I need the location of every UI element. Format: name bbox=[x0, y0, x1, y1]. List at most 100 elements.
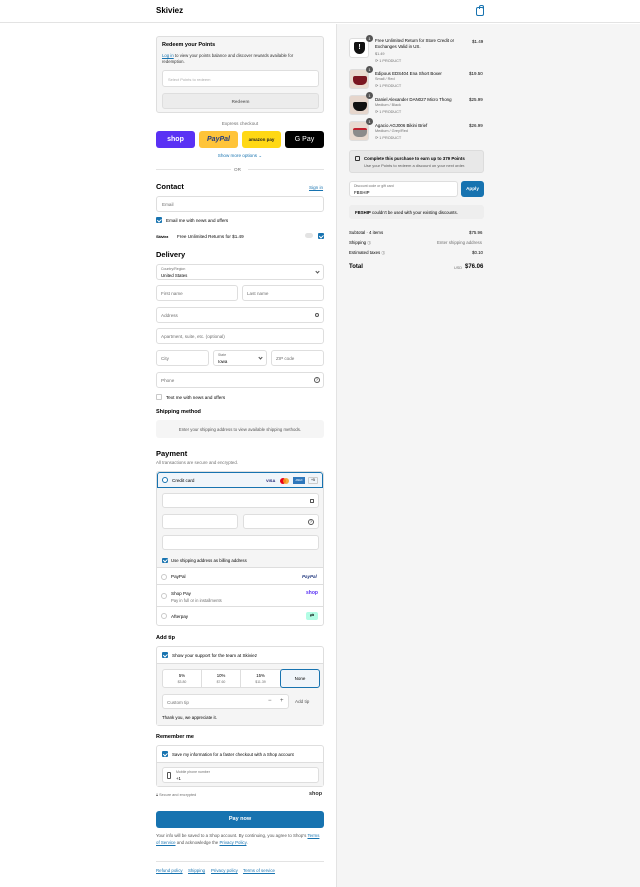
amazon-pay-button[interactable]: amazon pay bbox=[242, 131, 281, 148]
city-field[interactable]: City bbox=[156, 350, 209, 366]
item-name: Edipous EDS404 Ena Short Boxer bbox=[375, 71, 442, 76]
credit-card-option[interactable]: Credit card VISA AMEX +5 bbox=[157, 472, 323, 488]
apply-button[interactable]: Apply bbox=[461, 181, 484, 197]
shopping-bag-icon[interactable] bbox=[476, 5, 484, 16]
item-bundle: ⟳ 1 PRODUCT bbox=[375, 110, 402, 114]
email-news-checkbox[interactable] bbox=[156, 217, 162, 223]
item-variant: Medium / Grey/Red bbox=[375, 129, 408, 133]
visa-icon: VISA bbox=[266, 478, 276, 483]
email-news-label: Email me with news and offers bbox=[166, 217, 229, 223]
shop-pay-option[interactable]: Shop Pay Pay in full or in installments … bbox=[157, 586, 323, 607]
footer-refund-policy[interactable]: Refund policy bbox=[156, 868, 183, 873]
pay-now-button[interactable]: Pay now bbox=[156, 811, 324, 828]
footer-terms-of-service[interactable]: Terms of service bbox=[243, 868, 275, 873]
help-icon[interactable]: ? bbox=[308, 519, 314, 525]
chevron-down-icon: ⌄ bbox=[258, 153, 263, 158]
return-toggle[interactable] bbox=[305, 233, 313, 238]
redeem-description: Log in to view your points balance and d… bbox=[162, 53, 294, 64]
privacy-policy-link[interactable]: Privacy Policy bbox=[219, 840, 246, 845]
email-field[interactable]: Email bbox=[156, 196, 324, 212]
item-quantity-badge: 1 bbox=[366, 118, 373, 125]
tip-option-15[interactable]: 15% $11.39 bbox=[241, 670, 280, 687]
or-divider-right bbox=[248, 169, 324, 170]
minus-icon[interactable]: − bbox=[268, 698, 272, 704]
tip-option-5[interactable]: 5% $3.80 bbox=[163, 670, 202, 687]
item-variant: Medium / Black bbox=[375, 103, 401, 107]
billing-checkbox[interactable] bbox=[162, 557, 168, 563]
taxes-label: Estimated taxes ⓘ bbox=[349, 250, 385, 255]
payment-subtitle: All transactions are secure and encrypte… bbox=[156, 460, 239, 465]
product-image bbox=[353, 102, 367, 111]
redeem-title: Redeem your Points bbox=[162, 42, 216, 48]
terms-text: Your info will be saved to a Shop accoun… bbox=[156, 833, 320, 845]
tip-options: 5% $3.80 10% $7.60 15% $11.39 None bbox=[162, 669, 320, 688]
card-number-field[interactable] bbox=[162, 493, 319, 508]
apartment-field[interactable]: Apartment, suite, etc. (optional) bbox=[156, 328, 324, 344]
credit-card-radio[interactable] bbox=[162, 477, 168, 483]
card-expiry-field[interactable] bbox=[162, 514, 238, 529]
item-bundle: ⟳ 1 PRODUCT bbox=[375, 84, 402, 88]
redeem-button[interactable]: Redeem bbox=[162, 93, 319, 109]
tip-option-10[interactable]: 10% $7.60 bbox=[202, 670, 241, 687]
sign-in-link[interactable]: Sign in bbox=[309, 185, 323, 190]
save-info-checkbox[interactable] bbox=[162, 751, 168, 757]
country-select[interactable]: Country/Region United States bbox=[156, 264, 324, 280]
paypal-radio[interactable] bbox=[161, 573, 167, 580]
item-thumbnail bbox=[349, 121, 369, 141]
plus-icon[interactable]: + bbox=[280, 698, 284, 704]
lock-icon: 🔒︎ bbox=[156, 793, 159, 797]
phone-field[interactable]: Phone ? bbox=[156, 372, 324, 388]
tip-support-checkbox[interactable] bbox=[162, 652, 168, 658]
discount-code-field[interactable]: Discount code or gift card FBSHIP bbox=[349, 181, 458, 197]
google-pay-button[interactable]: G Pay bbox=[285, 131, 324, 148]
item-quantity-badge: 1 bbox=[366, 35, 373, 42]
free-returns-label: Free Unlimited Returns for $1.49 bbox=[177, 233, 244, 239]
add-tip-button[interactable]: Add tip bbox=[295, 699, 309, 704]
state-select[interactable]: State Iowa bbox=[213, 350, 267, 366]
footer-shipping[interactable]: Shipping bbox=[188, 868, 205, 873]
show-more-options-link[interactable]: Show more options ⌄ bbox=[156, 153, 324, 159]
tip-option-none[interactable]: None bbox=[280, 669, 320, 688]
shop-footer-logo: shop bbox=[309, 791, 323, 797]
secure-label: 🔒︎ Secure and encrypted bbox=[156, 793, 197, 797]
afterpay-radio[interactable] bbox=[161, 613, 167, 619]
text-me-checkbox[interactable] bbox=[156, 394, 162, 400]
shop-logo: shop bbox=[306, 590, 318, 596]
cardholder-name-field[interactable] bbox=[162, 535, 319, 550]
more-cards-badge: +5 bbox=[308, 477, 318, 484]
item-quantity-badge: 1 bbox=[366, 66, 373, 73]
item-price: $26.99 bbox=[469, 123, 483, 128]
footer-privacy-policy[interactable]: Privacy policy bbox=[211, 868, 238, 873]
last-name-field[interactable]: Last name bbox=[242, 285, 324, 301]
currency-label: USD bbox=[454, 266, 463, 270]
login-link[interactable]: Log in bbox=[162, 53, 174, 58]
product-image bbox=[353, 128, 367, 137]
item-price: $19.50 bbox=[469, 71, 483, 76]
remember-me-heading: Remember me bbox=[156, 734, 194, 740]
free-returns-checkbox[interactable] bbox=[318, 233, 324, 239]
mobile-phone-field[interactable]: Mobile phone number +1 bbox=[162, 767, 319, 783]
help-icon[interactable]: ? bbox=[314, 377, 320, 383]
item-thumbnail: ! bbox=[349, 38, 369, 58]
paypal-button[interactable]: PayPal bbox=[199, 131, 238, 148]
shipping-method-notice: Enter your shipping address to view avai… bbox=[156, 420, 324, 438]
points-select[interactable]: Select Points to redeem bbox=[162, 70, 319, 87]
zip-field[interactable]: ZIP code bbox=[271, 350, 324, 366]
shop-pay-button[interactable]: shop bbox=[156, 131, 195, 148]
address-field[interactable]: Address bbox=[156, 307, 324, 323]
first-name-field[interactable]: First name bbox=[156, 285, 238, 301]
custom-tip-field[interactable]: Custom tip − + bbox=[162, 694, 289, 709]
item-price: $1.49 bbox=[472, 39, 484, 44]
payment-methods: Credit card VISA AMEX +5 ? Use shipping … bbox=[156, 471, 324, 626]
shop-pay-radio[interactable] bbox=[161, 593, 167, 599]
help-icon[interactable]: ⓘ bbox=[367, 241, 371, 245]
return-shield-icon: ! bbox=[354, 42, 365, 54]
discount-error: FBSHIP couldn't be used with your existi… bbox=[349, 205, 484, 219]
help-icon[interactable]: ⓘ bbox=[381, 251, 385, 255]
paypal-option[interactable]: PayPal PayPal bbox=[157, 569, 323, 585]
afterpay-option[interactable]: Afterpay ⇄ bbox=[157, 608, 323, 625]
search-icon bbox=[315, 313, 319, 317]
taxes-value: $0.10 bbox=[472, 250, 483, 255]
card-cvv-field[interactable]: ? bbox=[243, 514, 319, 529]
brand-logo[interactable]: Skiviez bbox=[156, 6, 183, 15]
